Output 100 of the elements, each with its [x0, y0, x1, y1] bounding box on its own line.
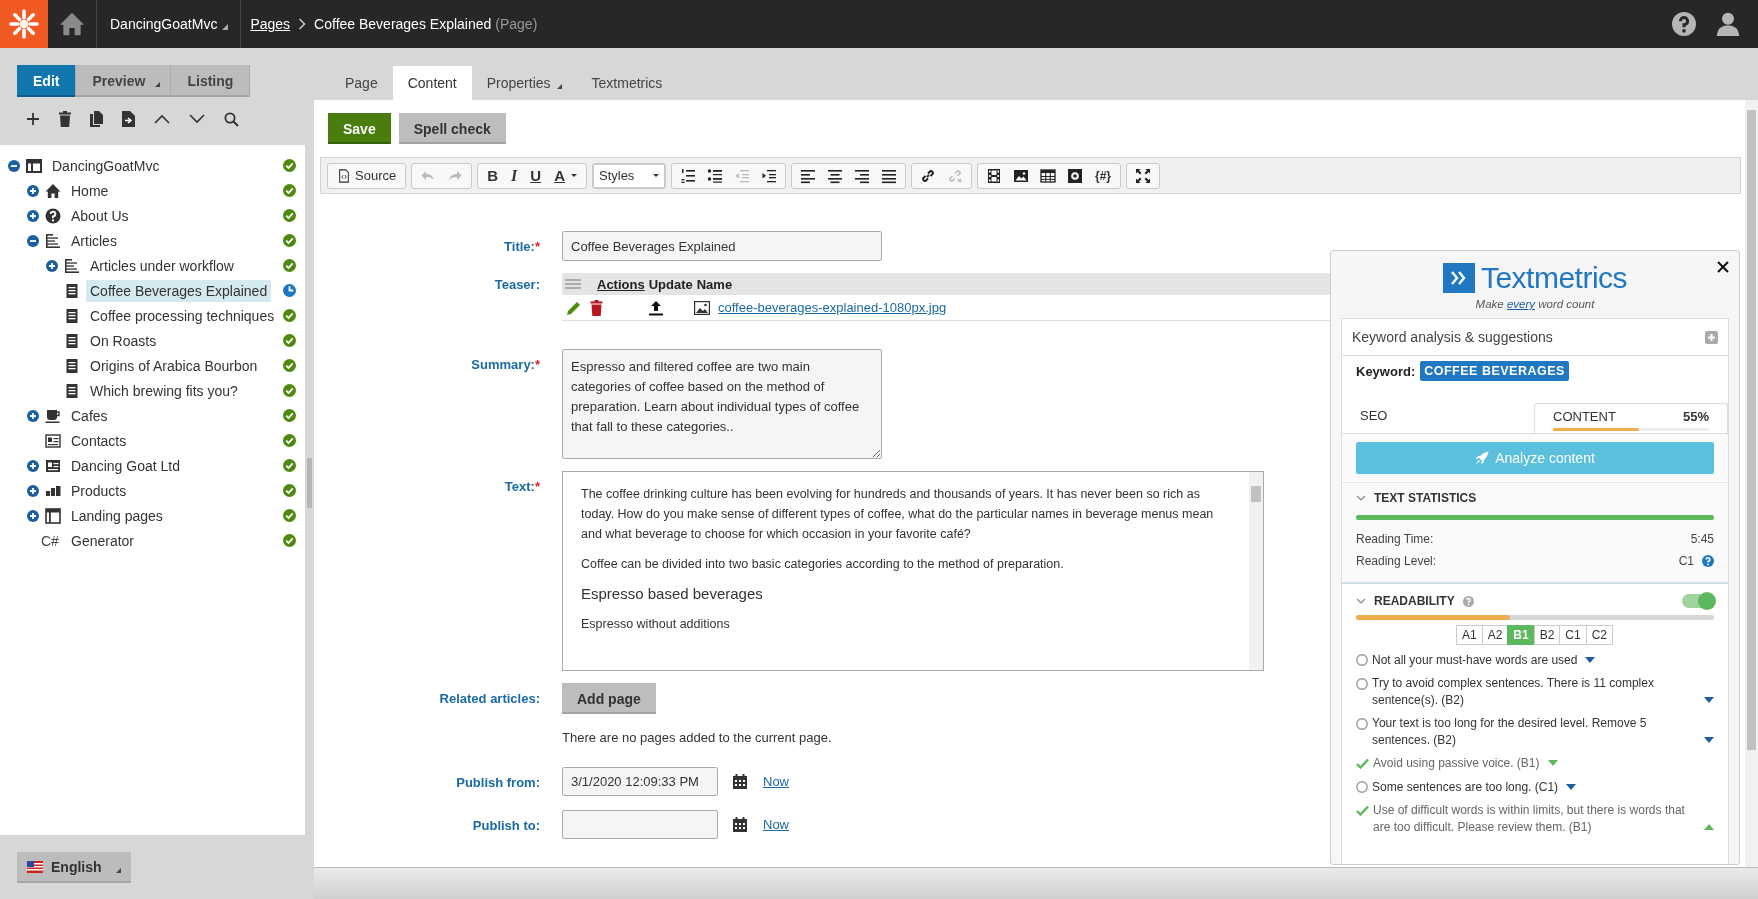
add-icon[interactable] — [26, 112, 40, 126]
search-icon[interactable] — [224, 111, 239, 127]
expander-icon[interactable] — [27, 234, 39, 247]
move-document-icon[interactable] — [122, 111, 135, 127]
delete-icon[interactable] — [59, 111, 71, 127]
level-button[interactable]: A1 — [1455, 625, 1483, 645]
radio-circle-icon[interactable] — [1356, 718, 1368, 730]
delete-icon[interactable] — [590, 299, 603, 316]
toggle-switch[interactable] — [1682, 594, 1714, 608]
section-header[interactable]: Keyword analysis & suggestions — [1341, 318, 1729, 356]
calendar-icon[interactable] — [733, 774, 747, 789]
tab[interactable]: Textmetrics — [576, 66, 678, 100]
tree-item[interactable]: Articles under workflow — [86, 254, 238, 277]
file-link[interactable]: coffee-beverages-explained-1080px.jpg — [718, 300, 947, 315]
scrollbar[interactable] — [1745, 100, 1758, 867]
tree-item[interactable]: Coffee processing techniques — [86, 304, 279, 327]
chevron-up-icon[interactable] — [154, 114, 170, 124]
tree-item[interactable]: Cafes — [67, 404, 112, 427]
italic-button[interactable]: I — [506, 164, 523, 187]
analysis-tab[interactable]: CONTENT 55% — [1534, 403, 1728, 433]
upload-icon[interactable] — [648, 299, 664, 316]
rich-text-editor[interactable] — [562, 471, 1264, 671]
tree-item[interactable]: Home — [67, 179, 113, 202]
expander-icon[interactable] — [27, 509, 39, 522]
tab[interactable]: Page — [330, 66, 393, 100]
title-input[interactable]: Coffee Beverages Explained — [562, 231, 882, 261]
add-page-button[interactable]: Add page — [562, 683, 656, 714]
now-link[interactable]: Now — [763, 774, 789, 789]
close-icon[interactable] — [1717, 261, 1729, 273]
radio-circle-icon[interactable] — [1356, 781, 1368, 793]
underline-button[interactable]: U — [525, 164, 547, 187]
mode-button[interactable]: Preview — [76, 65, 172, 97]
expander-icon[interactable] — [27, 209, 39, 222]
tree-item[interactable]: Products — [67, 479, 131, 502]
tree-item[interactable]: Articles — [67, 229, 121, 252]
spell-check-button[interactable]: Spell check — [398, 113, 506, 144]
styles-dropdown[interactable]: Styles — [592, 163, 665, 188]
radio-circle-icon[interactable] — [1356, 654, 1368, 666]
tree-item[interactable]: Dancing Goat Ltd — [67, 454, 184, 477]
tree-item[interactable]: About Us — [67, 204, 133, 227]
bold-button[interactable]: B — [482, 164, 504, 187]
tree-item[interactable]: Generator — [67, 529, 139, 552]
date-input[interactable]: 3/1/2020 12:09:33 PM — [562, 767, 718, 796]
help-icon[interactable] — [1702, 555, 1714, 567]
expander-icon[interactable] — [27, 459, 39, 472]
language-selector[interactable]: English — [17, 851, 131, 883]
save-button[interactable]: Save — [328, 113, 391, 144]
indent-icon[interactable] — [760, 167, 777, 184]
caret-icon[interactable] — [1566, 784, 1577, 790]
tree-item[interactable]: Origins of Arabica Bourbon — [86, 354, 262, 377]
film-icon[interactable] — [985, 167, 1002, 184]
breadcrumb-link[interactable]: Pages — [250, 16, 291, 32]
tree-item[interactable]: Which brewing fits you? — [86, 379, 242, 402]
caret-icon[interactable] — [1704, 737, 1714, 743]
tree-item[interactable]: Landing pages — [67, 504, 167, 527]
user-icon[interactable] — [1716, 12, 1740, 36]
mode-button[interactable]: Edit — [17, 65, 77, 97]
link-icon[interactable] — [919, 167, 936, 184]
calendar-icon[interactable] — [733, 817, 747, 832]
color-button[interactable]: A — [549, 164, 582, 187]
site-selector[interactable]: DancingGoatMvc — [110, 16, 218, 32]
tab[interactable]: Properties — [471, 66, 577, 100]
image-icon[interactable] — [1012, 167, 1029, 184]
home-icon[interactable] — [59, 12, 85, 36]
analysis-tab[interactable]: SEO — [1342, 403, 1534, 433]
source-button[interactable]: Source — [332, 164, 402, 187]
copy-icon[interactable] — [90, 111, 103, 127]
expander-icon[interactable] — [27, 484, 39, 497]
help-icon[interactable] — [1672, 12, 1696, 36]
summary-textarea[interactable]: Espresso and filtered coffee are two main categories of coffee based on the method of preparation. Learn about individual types of coffee that fall to these categories.. — [562, 349, 882, 459]
expander-icon[interactable] — [8, 159, 20, 172]
tree-item[interactable]: Coffee Beverages Explained — [86, 279, 272, 302]
radio-circle-icon[interactable] — [1356, 678, 1368, 690]
tree-item[interactable]: DancingGoatMvc — [48, 154, 164, 177]
expander-icon[interactable] — [46, 259, 58, 272]
chevron-down-icon[interactable] — [189, 114, 205, 124]
align-right-icon[interactable] — [853, 167, 870, 184]
tab[interactable]: Content — [392, 66, 472, 100]
justify-icon[interactable] — [880, 167, 897, 184]
caret-icon[interactable] — [1585, 657, 1596, 663]
numbered-list-icon[interactable] — [679, 167, 696, 184]
bullet-list-icon[interactable] — [706, 167, 723, 184]
level-button[interactable]: C2 — [1585, 625, 1614, 645]
widget-icon[interactable] — [1066, 167, 1083, 184]
column-header[interactable]: Actions — [597, 276, 645, 292]
splitter-handle[interactable] — [307, 457, 312, 508]
expander-icon[interactable] — [27, 409, 39, 422]
pencil-icon[interactable] — [566, 299, 582, 316]
scrollbar[interactable] — [1249, 472, 1263, 670]
caret-icon[interactable] — [1704, 697, 1714, 703]
macro-button[interactable]: {#} — [1089, 164, 1116, 187]
tree-item[interactable]: Contacts — [67, 429, 131, 452]
tree-item[interactable]: On Roasts — [86, 329, 161, 352]
table-icon[interactable] — [1039, 167, 1056, 184]
level-button[interactable]: C1 — [1559, 625, 1587, 645]
tagline-link[interactable]: every — [1506, 298, 1535, 310]
align-left-icon[interactable] — [799, 167, 816, 184]
align-center-icon[interactable] — [826, 167, 843, 184]
maximize-icon[interactable] — [1135, 167, 1151, 184]
expander-icon[interactable] — [27, 184, 39, 197]
